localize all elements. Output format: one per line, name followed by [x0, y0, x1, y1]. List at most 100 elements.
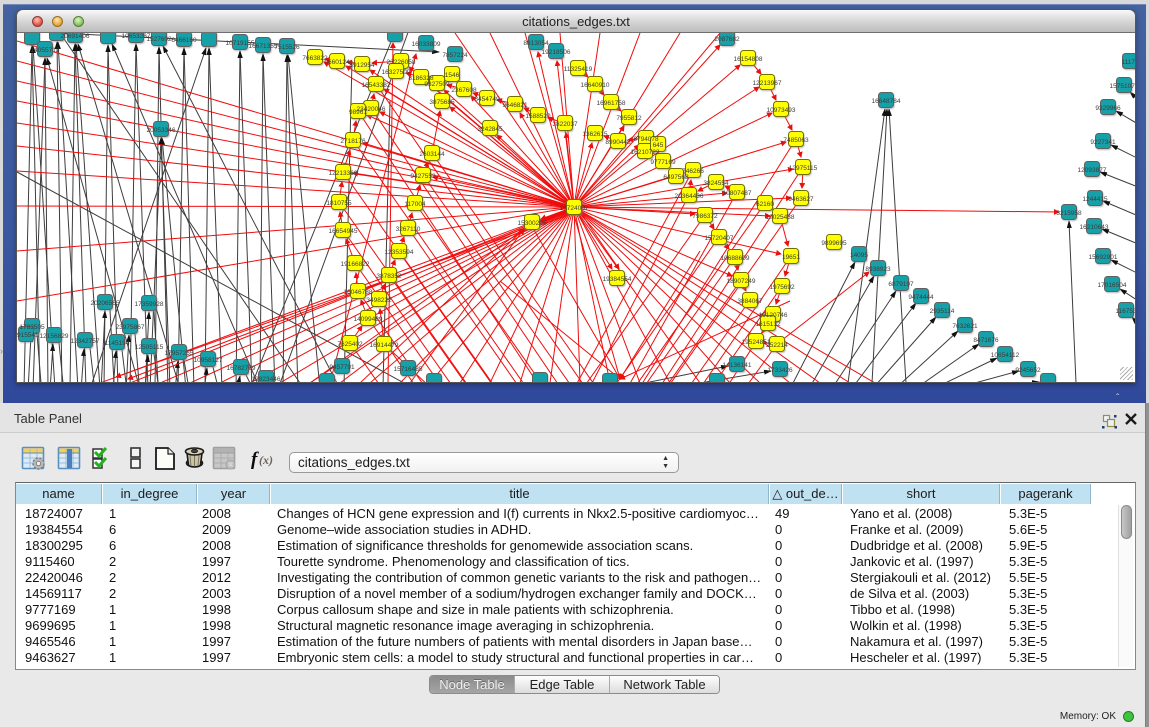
svg-text:7632621: 7632621: [952, 323, 978, 330]
svg-text:20053346: 20053346: [147, 127, 176, 134]
svg-text:9457791: 9457791: [329, 364, 355, 371]
svg-text:2603144: 2603144: [419, 151, 445, 158]
svg-text:1615132: 1615132: [755, 321, 781, 328]
svg-text:1975692: 1975692: [769, 284, 795, 291]
svg-text:12505115: 12505115: [135, 344, 164, 351]
svg-text:11325419: 11325419: [564, 66, 593, 73]
svg-text:19384554: 19384554: [603, 276, 632, 283]
svg-text:9899695: 9899695: [821, 240, 847, 247]
svg-text:7625402: 7625402: [337, 341, 363, 348]
svg-text:16033809: 16033809: [412, 41, 441, 48]
svg-text:1783505: 1783505: [19, 324, 45, 331]
svg-text:14095: 14095: [850, 252, 868, 259]
svg-text:1527602: 1527602: [146, 36, 172, 43]
svg-text:3824554: 3824554: [703, 180, 729, 187]
svg-text:15716485: 15716485: [394, 366, 423, 373]
svg-text:12213967: 12213967: [753, 80, 782, 87]
svg-text:9463627: 9463627: [788, 196, 814, 203]
svg-text:16654945: 16654945: [329, 228, 358, 235]
svg-text:12156829: 12156829: [40, 333, 69, 340]
svg-text:10688609: 10688609: [721, 255, 750, 262]
svg-text:645: 645: [653, 142, 664, 149]
svg-text:10654112: 10654112: [991, 352, 1020, 359]
svg-text:10807487: 10807487: [723, 190, 752, 197]
svg-text:2367608: 2367608: [451, 87, 477, 94]
svg-text:2087682: 2087682: [714, 36, 740, 43]
svg-text:17016504: 17016504: [1098, 282, 1127, 289]
svg-text:252214: 252214: [766, 342, 788, 349]
svg-text:7955812: 7955812: [616, 115, 642, 122]
svg-text:12353594: 12353594: [385, 249, 414, 256]
svg-text:3875685: 3875685: [429, 99, 455, 106]
svg-text:9427552: 9427552: [410, 173, 436, 180]
svg-text:16961758: 16961758: [597, 100, 626, 107]
svg-text:16120746: 16120746: [759, 312, 788, 319]
svg-text:8938923: 8938923: [865, 266, 891, 273]
svg-text:15720407: 15720407: [705, 235, 734, 242]
svg-text:20691406: 20691406: [61, 33, 90, 40]
svg-text:12823446: 12823446: [252, 376, 281, 382]
svg-text:9777169: 9777169: [650, 159, 676, 166]
svg-text:8813054: 8813054: [523, 40, 549, 47]
svg-text:9327509: 9327509: [424, 81, 450, 88]
svg-text:16782759: 16782759: [227, 365, 256, 372]
svg-text:9245652: 9245652: [1015, 367, 1041, 374]
svg-text:9474444: 9474444: [908, 294, 934, 301]
svg-text:7485063: 7485063: [783, 137, 809, 144]
svg-text:11172: 11172: [1121, 59, 1135, 66]
svg-text:15300295: 15300295: [518, 220, 547, 227]
svg-text:62160: 62160: [756, 201, 774, 208]
svg-text:1733426: 1733426: [767, 367, 793, 374]
svg-text:2935114: 2935114: [930, 308, 955, 315]
svg-text:12975115: 12975115: [789, 165, 818, 172]
svg-text:12213369: 12213369: [329, 170, 358, 177]
svg-text:16210643: 16210643: [1080, 224, 1109, 231]
svg-text:8990448: 8990448: [605, 139, 631, 146]
svg-text:18724007: 18724007: [560, 205, 589, 212]
svg-text:8471676: 8471676: [973, 337, 999, 344]
svg-text:10958127: 10958127: [194, 357, 223, 364]
svg-text:16648784: 16648784: [872, 98, 901, 105]
svg-text:10025438: 10025438: [766, 214, 795, 221]
svg-text:17359928: 17359928: [135, 301, 164, 308]
svg-text:(x): (x): [259, 453, 273, 467]
svg-text:16046788: 16046788: [344, 289, 373, 296]
svg-text:15692901: 15692901: [1089, 254, 1118, 261]
svg-text:8454749: 8454749: [474, 96, 500, 103]
svg-text:9646821: 9646821: [502, 102, 528, 109]
svg-text:3884067: 3884067: [737, 298, 763, 305]
svg-text:98961: 98961: [349, 109, 367, 116]
svg-text:23226058: 23226058: [387, 59, 416, 66]
svg-text:18907249: 18907249: [727, 278, 756, 285]
svg-text:16640910: 16640910: [581, 82, 610, 89]
svg-text:117004: 117004: [404, 201, 426, 208]
svg-text:1244415: 1244415: [1082, 196, 1108, 203]
svg-text:9329966: 9329966: [1095, 105, 1121, 112]
svg-text:16543382: 16543382: [362, 82, 391, 89]
svg-text:16210722: 16210722: [631, 149, 660, 156]
svg-text:3915541: 3915541: [17, 332, 39, 339]
svg-text:12342757: 12342757: [71, 338, 100, 345]
svg-text:7857224: 7857224: [442, 52, 468, 59]
svg-text:6879197: 6879197: [888, 281, 914, 288]
svg-text:1362615: 1362615: [582, 131, 608, 138]
svg-text:14099489: 14099489: [354, 316, 383, 323]
svg-text:7986372: 7986372: [692, 213, 718, 220]
svg-text:3215958: 3215958: [1056, 210, 1082, 217]
svg-text:7515526: 7515526: [274, 44, 300, 51]
svg-text:9227341: 9227341: [1090, 139, 1116, 146]
svg-text:1588520: 1588520: [525, 113, 551, 120]
svg-text:3498222: 3498222: [366, 297, 392, 304]
svg-text:2718176: 2718176: [340, 138, 366, 145]
svg-text:16327509: 16327509: [382, 69, 411, 76]
svg-text:15751074: 15751074: [1110, 83, 1135, 90]
svg-text:10973493: 10973493: [767, 107, 796, 114]
svg-text:9660124: 9660124: [324, 59, 350, 66]
svg-text:3822037: 3822037: [552, 121, 578, 128]
svg-text:14055712: 14055712: [31, 47, 60, 54]
svg-text:6466160: 6466160: [171, 37, 197, 44]
svg-text:6497568: 6497568: [663, 174, 689, 181]
svg-text:3878352: 3878352: [376, 273, 402, 280]
svg-text:20206565: 20206565: [91, 300, 120, 307]
svg-text:3242845: 3242845: [477, 126, 503, 133]
